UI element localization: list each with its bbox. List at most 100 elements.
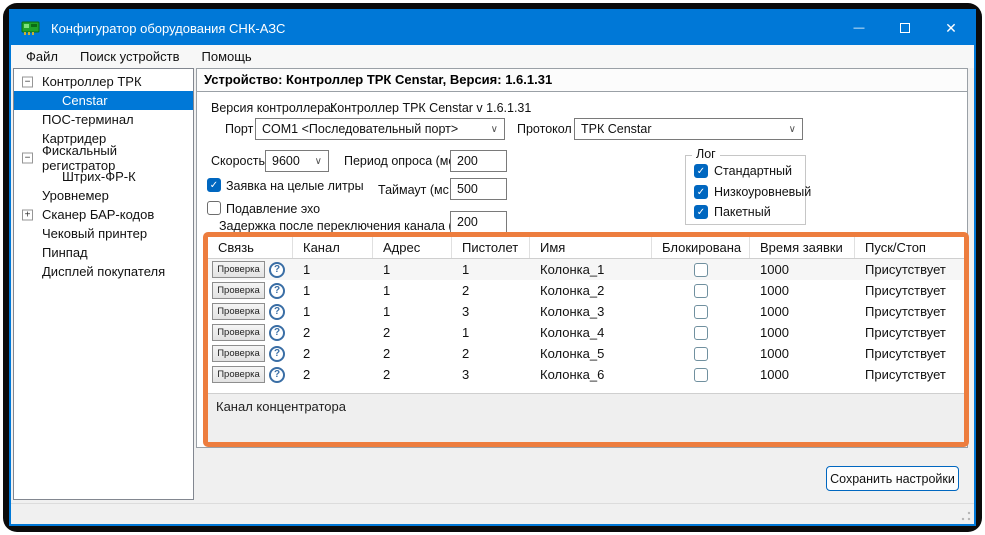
col-imya: Имя	[530, 237, 652, 258]
name-cell: Колонка_5	[530, 343, 652, 364]
close-button[interactable]: ✕	[928, 11, 974, 45]
content-area: − Контроллер ТРК Censtar ПОС-терминал Ка…	[11, 68, 974, 503]
table-row[interactable]: Проверка? 2 2 3 Колонка_6 1000 Присутств…	[208, 364, 964, 385]
sidebar-item-pinpad[interactable]: Пинпад	[14, 243, 193, 262]
col-vremya-zayavki: Время заявки	[750, 237, 855, 258]
sidebar-item-displey-pokupatelya[interactable]: Дисплей покупателя	[14, 262, 193, 281]
check-connection-button[interactable]: Проверка	[212, 345, 265, 362]
request-time-cell: 1000	[750, 322, 855, 343]
pump-table-highlight: Связь Канал Адрес Пистолет Имя Блокирова…	[203, 232, 969, 447]
address-cell: 1	[373, 301, 452, 322]
sidebar-item-censtar[interactable]: Censtar	[14, 91, 193, 110]
table-row[interactable]: Проверка? 1 1 2 Колонка_2 1000 Присутств…	[208, 280, 964, 301]
menu-device-search[interactable]: Поиск устройств	[69, 45, 191, 68]
check-connection-button[interactable]: Проверка	[212, 261, 265, 278]
sidebar-item-fiskalny-registrator[interactable]: − Фискальный регистратор	[14, 148, 193, 167]
sidebar-item-kontroller-trk[interactable]: − Контроллер ТРК	[14, 72, 193, 91]
start-stop-cell: Присутствует	[855, 280, 964, 301]
col-pistolet: Пистолет	[452, 237, 530, 258]
resize-grip[interactable]	[961, 511, 971, 521]
nozzle-cell: 2	[452, 280, 530, 301]
maximize-icon	[900, 23, 910, 33]
table-row[interactable]: Проверка? 2 2 2 Колонка_5 1000 Присутств…	[208, 343, 964, 364]
channel-cell: 1	[293, 301, 373, 322]
chevron-down-icon: ∨	[315, 156, 322, 167]
sidebar-item-skaner-bar-kodov[interactable]: + Сканер БАР-кодов	[14, 205, 193, 224]
menu-help[interactable]: Помощь	[191, 45, 263, 68]
echo-suppression-label: Подавление эхо	[226, 202, 320, 216]
blocked-checkbox[interactable]	[694, 347, 708, 361]
protocol-select[interactable]: ТРК Censtar ∨	[574, 118, 803, 140]
nozzle-cell: 1	[452, 259, 530, 280]
collapse-icon[interactable]: −	[22, 76, 33, 87]
check-icon: ✓	[697, 207, 705, 218]
log-lowlevel-checkbox[interactable]: ✓	[694, 185, 708, 199]
help-icon[interactable]: ?	[269, 367, 285, 383]
tree-item-label: Дисплей покупателя	[42, 264, 165, 279]
table-row[interactable]: Проверка? 1 1 3 Колонка_3 1000 Присутств…	[208, 301, 964, 322]
blocked-checkbox[interactable]	[694, 305, 708, 319]
channel-delay-input[interactable]: 200	[450, 211, 507, 233]
controller-version-value: Контроллер ТРК Censtar v 1.6.1.31	[330, 101, 531, 115]
name-cell: Колонка_1	[530, 259, 652, 280]
help-icon[interactable]: ?	[269, 325, 285, 341]
minimize-button[interactable]: —	[836, 11, 882, 45]
col-blokirovana: Блокирована	[652, 237, 750, 258]
check-connection-button[interactable]: Проверка	[212, 303, 265, 320]
channel-cell: 1	[293, 280, 373, 301]
tree-item-label: ПОС-терминал	[42, 112, 134, 127]
tree-item-label: Сканер БАР-кодов	[42, 207, 154, 222]
blocked-checkbox[interactable]	[694, 263, 708, 277]
table-row[interactable]: Проверка? 2 2 1 Колонка_4 1000 Присутств…	[208, 322, 964, 343]
window-title: Конфигуратор оборудования СНК-АЗС	[51, 21, 285, 36]
log-packet-option: ✓ Пакетный	[694, 205, 771, 219]
collapse-icon[interactable]: −	[22, 152, 33, 163]
echo-suppression-checkbox[interactable]	[207, 201, 221, 215]
blocked-checkbox[interactable]	[694, 284, 708, 298]
menu-file[interactable]: Файл	[15, 45, 69, 68]
help-icon[interactable]: ?	[269, 262, 285, 278]
request-time-cell: 1000	[750, 364, 855, 385]
save-settings-button[interactable]: Сохранить настройки	[826, 466, 959, 491]
log-standard-checkbox[interactable]: ✓	[694, 164, 708, 178]
request-time-cell: 1000	[750, 280, 855, 301]
check-connection-button[interactable]: Проверка	[212, 366, 265, 383]
start-stop-cell: Присутствует	[855, 364, 964, 385]
sidebar-item-shtrih-fr-k[interactable]: Штрих-ФР-К	[14, 167, 193, 186]
close-icon: ✕	[945, 20, 957, 37]
tree-item-label: Контроллер ТРК	[42, 74, 142, 89]
whole-liters-checkbox[interactable]: ✓	[207, 178, 221, 192]
sidebar-item-pos-terminal[interactable]: ПОС-терминал	[14, 110, 193, 129]
poll-period-input[interactable]: 200	[450, 150, 507, 172]
concentrator-channel-label: Канал концентратора	[208, 393, 964, 442]
poll-period-value: 200	[457, 154, 478, 168]
window-controls: — ✕	[836, 11, 974, 45]
timeout-input[interactable]: 500	[450, 178, 507, 200]
address-cell: 2	[373, 343, 452, 364]
speed-select[interactable]: 9600 ∨	[265, 150, 329, 172]
address-cell: 2	[373, 322, 452, 343]
blocked-checkbox[interactable]	[694, 368, 708, 382]
speed-label: Скорость	[211, 154, 265, 168]
table-row[interactable]: Проверка? 1 1 1 Колонка_1 1000 Присутств…	[208, 259, 964, 280]
app-window: Конфигуратор оборудования СНК-АЗС — ✕ Фа…	[9, 9, 976, 526]
channel-cell: 2	[293, 343, 373, 364]
port-select[interactable]: COM1 <Последовательный порт> ∨	[255, 118, 505, 140]
blocked-checkbox[interactable]	[694, 326, 708, 340]
tree-item-label: Штрих-ФР-К	[62, 169, 136, 184]
check-connection-button[interactable]: Проверка	[212, 282, 265, 299]
channel-delay-label: Задержка после переключения канала (мс.)	[219, 219, 475, 233]
sidebar-item-chekovy-printer[interactable]: Чековый принтер	[14, 224, 193, 243]
help-icon[interactable]: ?	[269, 283, 285, 299]
expand-icon[interactable]: +	[22, 209, 33, 220]
name-cell: Колонка_3	[530, 301, 652, 322]
chevron-down-icon: ∨	[789, 124, 796, 135]
help-icon[interactable]: ?	[269, 304, 285, 320]
start-stop-cell: Присутствует	[855, 322, 964, 343]
sidebar-item-urovnemer[interactable]: Уровнемер	[14, 186, 193, 205]
log-packet-checkbox[interactable]: ✓	[694, 205, 708, 219]
maximize-button[interactable]	[882, 11, 928, 45]
check-connection-button[interactable]: Проверка	[212, 324, 265, 341]
help-icon[interactable]: ?	[269, 346, 285, 362]
address-cell: 1	[373, 259, 452, 280]
